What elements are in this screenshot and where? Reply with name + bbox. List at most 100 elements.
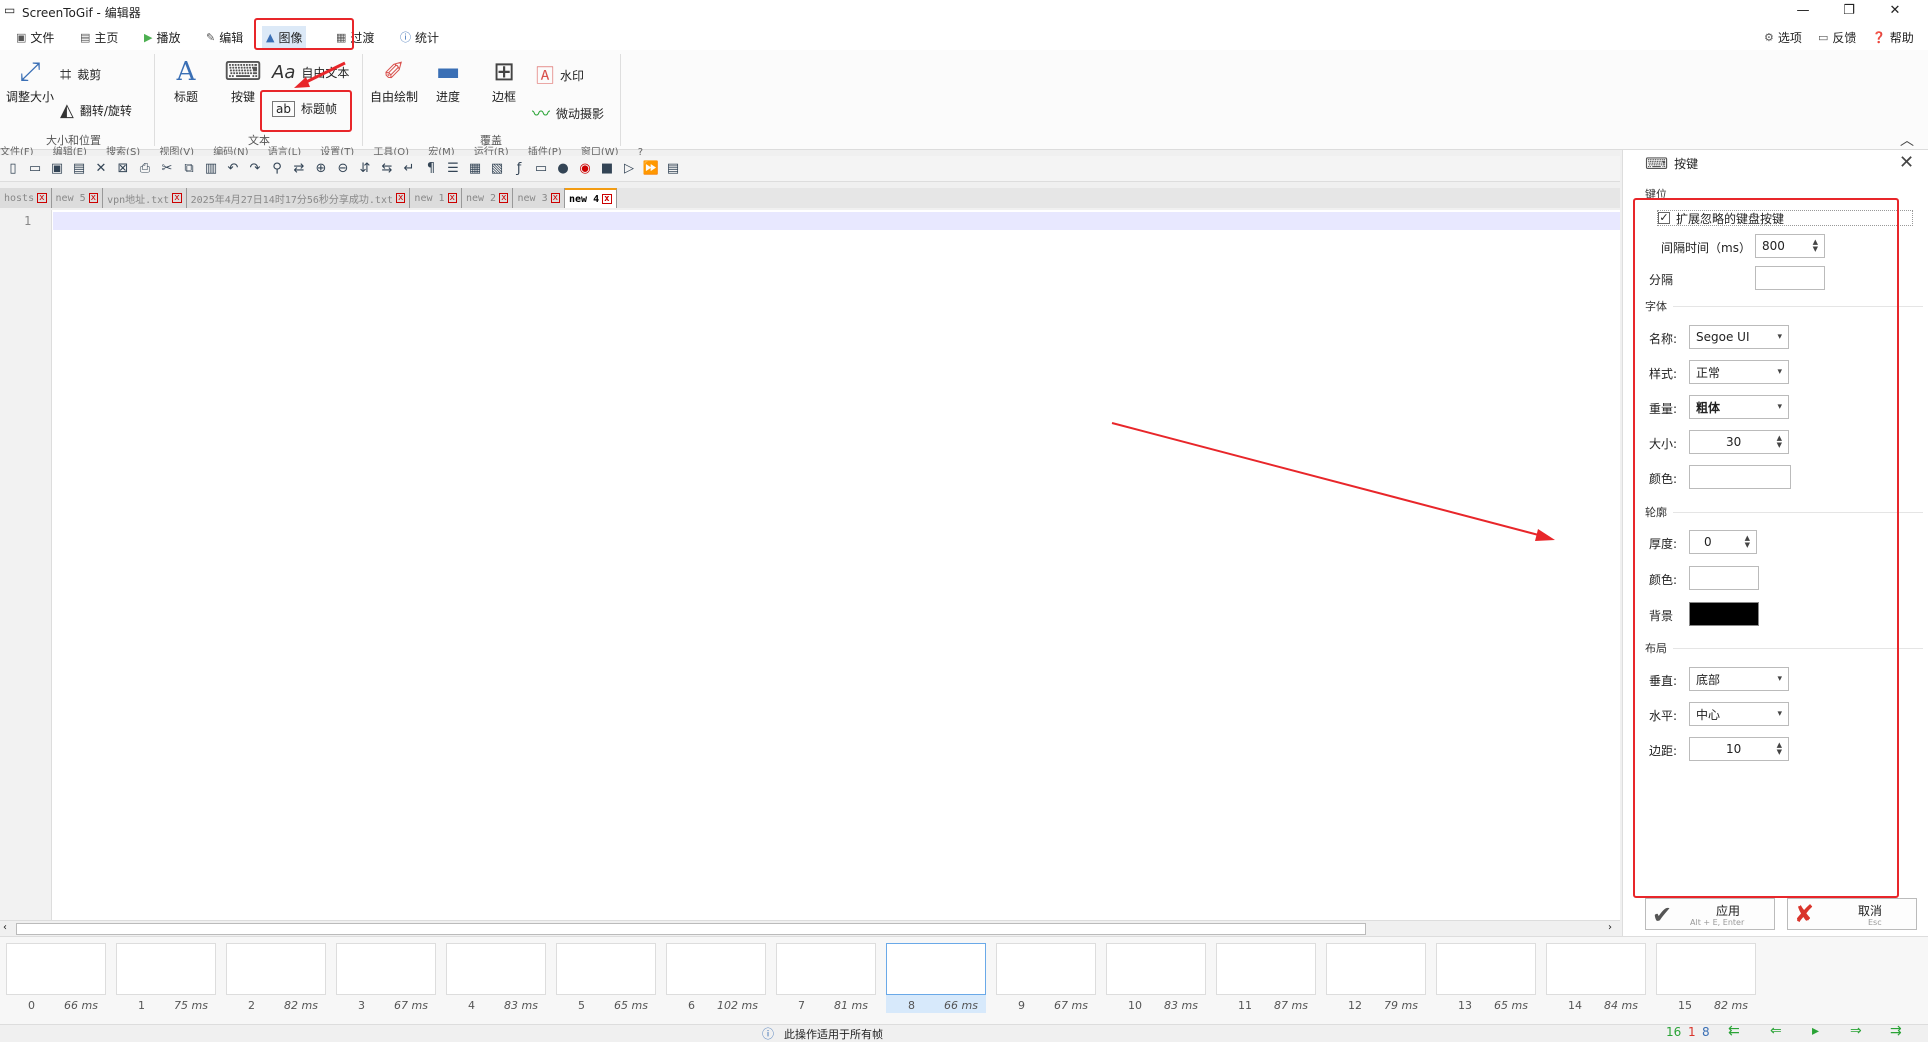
print-icon: ⎙ [139,160,151,176]
frame-image [116,943,216,995]
record-icon: ◉ [579,160,591,176]
notepad-tab-bar: hosts x new 5x vpn地址.txt x 2025年4月27日14时17… [0,188,1620,208]
frame-thumbnail[interactable]: 14 84 ms [1546,943,1646,1013]
frame-image [996,943,1096,995]
border-button[interactable]: ⊞ 边框 [484,56,524,105]
key-strokes-button[interactable]: ⌨ 按键 [222,56,264,105]
minimize-button[interactable]: — [1780,0,1826,22]
scrollbar-thumb[interactable] [16,923,1366,935]
next-frame-icon[interactable]: ⇒ [1850,1023,1862,1039]
collapse-ribbon-icon[interactable]: ︿ [1900,130,1914,150]
group-separator [154,54,155,146]
menu-item: 工具(O) [373,147,410,155]
editor-canvas[interactable]: 1 [0,210,1620,920]
doc-tab: new 5x [51,188,104,208]
home-icon: ▤ [80,30,91,44]
frame-labels: 7 81 ms [776,999,876,1012]
maximize-button[interactable]: ❐ [1826,0,1872,22]
caption-button[interactable]: A 标题 [166,56,206,105]
horizontal-scrollbar[interactable]: ‹ › [0,920,1620,936]
highlight-box [260,90,352,132]
first-frame-icon[interactable]: ⇇ [1728,1023,1740,1039]
free-drawing-button[interactable]: ✐ 自由绘制 [366,56,422,105]
frame-delay: 102 ms [717,999,758,1012]
apply-button[interactable]: ✔ 应用 Alt + E, Enter [1645,898,1775,930]
cinemagraph-button[interactable]: 〰 微动摄影 [532,100,604,126]
resize-button[interactable]: ⤢ 调整大小 [4,56,56,105]
doc-tab-label: new 3 [517,192,548,204]
line-gutter: 1 [0,210,52,920]
crop-icon: ⌗ [60,62,72,86]
tab-edit[interactable]: ✎ 编辑 [202,26,247,48]
frame-thumbnail[interactable]: 6 102 ms [666,943,766,1013]
tab-file[interactable]: ▣ 文件 [12,26,58,48]
frame-thumbnail[interactable]: 4 83 ms [446,943,546,1013]
feedback-button[interactable]: ▭ 反馈 [1814,26,1860,48]
flip-rotate-button[interactable]: ◭ 翻转/旋转 [60,100,132,121]
frame-delay: 84 ms [1604,999,1638,1012]
new-file-icon: ▯ [9,160,17,176]
menu-item: 编码(N) [213,147,249,155]
frame-thumbnail[interactable]: 15 82 ms [1656,943,1756,1013]
frame-thumbnail[interactable]: 3 67 ms [336,943,436,1013]
doc-tab-label: vpn地址.txt [107,194,170,206]
help-button[interactable]: ❓ 帮助 [1868,26,1918,48]
close-file-icon: ✕ [95,160,107,176]
frame-thumbnail[interactable]: 9 67 ms [996,943,1096,1013]
frame-image [446,943,546,995]
menu-item: 插件(P) [527,147,562,155]
frame-index: 5 [578,999,585,1012]
close-button[interactable]: ✕ [1872,0,1918,22]
frame-image [1656,943,1756,995]
frame-thumbnail[interactable]: 13 65 ms [1436,943,1536,1013]
options-button[interactable]: ⚙ 选项 [1760,26,1806,48]
cancel-button[interactable]: ✘ 取消 Esc [1787,898,1917,930]
scroll-left-icon[interactable]: ‹ [3,922,7,933]
frame-image [1326,943,1426,995]
indent-guide-icon: ☰ [447,160,459,176]
last-frame-icon[interactable]: ⇉ [1890,1023,1902,1039]
frame-thumbnail[interactable]: 11 87 ms [1216,943,1316,1013]
tab-home[interactable]: ▤ 主页 [76,26,122,48]
flip-rotate-label: 翻转/旋转 [79,104,132,118]
border-label: 边框 [491,90,516,104]
frame-delay: 83 ms [1164,999,1198,1012]
crop-label: 裁剪 [77,67,102,82]
paste-icon: ▥ [204,160,218,176]
doc-tab-label: new 5 [55,192,86,204]
frame-thumbnail[interactable]: 7 81 ms [776,943,876,1013]
frame-thumbnail[interactable]: 12 79 ms [1326,943,1426,1013]
tab-label: 编辑 [219,30,244,45]
map-icon: ▧ [490,160,504,176]
crop-button[interactable]: ⌗ 裁剪 [60,62,101,86]
frame-thumbnail[interactable]: 8 66 ms [886,943,986,1013]
current-line-highlight [53,212,1620,230]
close-panel-icon[interactable]: ✕ [1899,152,1914,173]
panel-header: ⌨ 按键 [1645,154,1698,173]
tab-play[interactable]: ▶ 播放 [140,26,184,48]
frame-index: 3 [358,999,365,1012]
frame-image [556,943,656,995]
frame-thumbnail[interactable]: 10 83 ms [1106,943,1206,1013]
frame-index: 4 [468,999,475,1012]
frame-thumbnail[interactable]: 0 66 ms [6,943,106,1013]
open-icon: ▭ [28,160,42,176]
frame-delay: 82 ms [1714,999,1748,1012]
frame-index: 10 [1128,999,1142,1012]
play-frame-icon[interactable]: ▸ [1812,1023,1819,1039]
frame-thumbnail[interactable]: 2 82 ms [226,943,326,1013]
progress-button[interactable]: ▬ 进度 [428,56,468,105]
brush-icon: ✐ [383,57,405,87]
playback-icon: ▷ [624,160,634,176]
frame-thumbnail[interactable]: 1 75 ms [116,943,216,1013]
frame-labels: 15 82 ms [1656,999,1756,1012]
close-tab-icon: x [499,193,509,203]
previous-frame-icon[interactable]: ⇐ [1770,1023,1782,1039]
frame-image [336,943,436,995]
scroll-right-icon[interactable]: › [1608,922,1612,933]
tab-statistics[interactable]: ⓘ 统计 [396,26,443,48]
annotation-arrow [1111,422,1555,541]
frame-labels: 5 65 ms [556,999,656,1012]
watermark-button[interactable]: 🄰 水印 [536,62,584,88]
frame-thumbnail[interactable]: 5 65 ms [556,943,656,1013]
